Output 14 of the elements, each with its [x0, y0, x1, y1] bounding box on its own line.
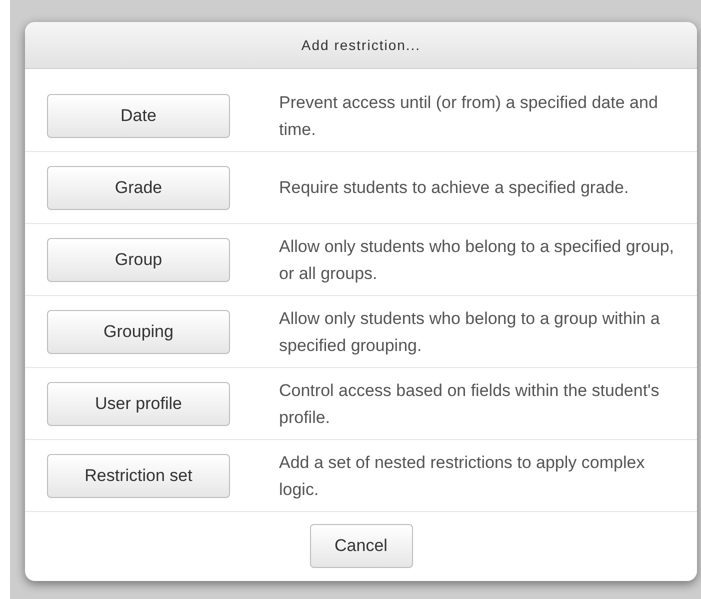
restriction-description: Add a set of nested restrictions to apply complex logic.: [279, 452, 646, 500]
dialog-title: Add restriction...: [25, 22, 697, 69]
restriction-button[interactable]: Group: [47, 238, 230, 282]
restriction-description: Control access based on fields within the student's profile.: [279, 380, 660, 428]
restriction-description: Require students to achieve a specified grade.: [279, 177, 629, 199]
restriction-button[interactable]: Restriction set: [47, 454, 230, 498]
restriction-description: Allow only students who belong to a specified group, or all groups.: [279, 236, 676, 284]
restriction-button[interactable]: User profile: [47, 382, 230, 426]
restriction-description: Allow only students who belong to a group within a specified grouping.: [279, 308, 661, 356]
restriction-button[interactable]: Grouping: [47, 310, 230, 354]
restriction-description: Prevent access until (or from) a specified date and time.: [279, 92, 659, 140]
cancel-button[interactable]: Cancel: [310, 524, 412, 568]
restriction-button[interactable]: Date: [47, 94, 230, 138]
restriction-button[interactable]: Grade: [47, 166, 230, 210]
